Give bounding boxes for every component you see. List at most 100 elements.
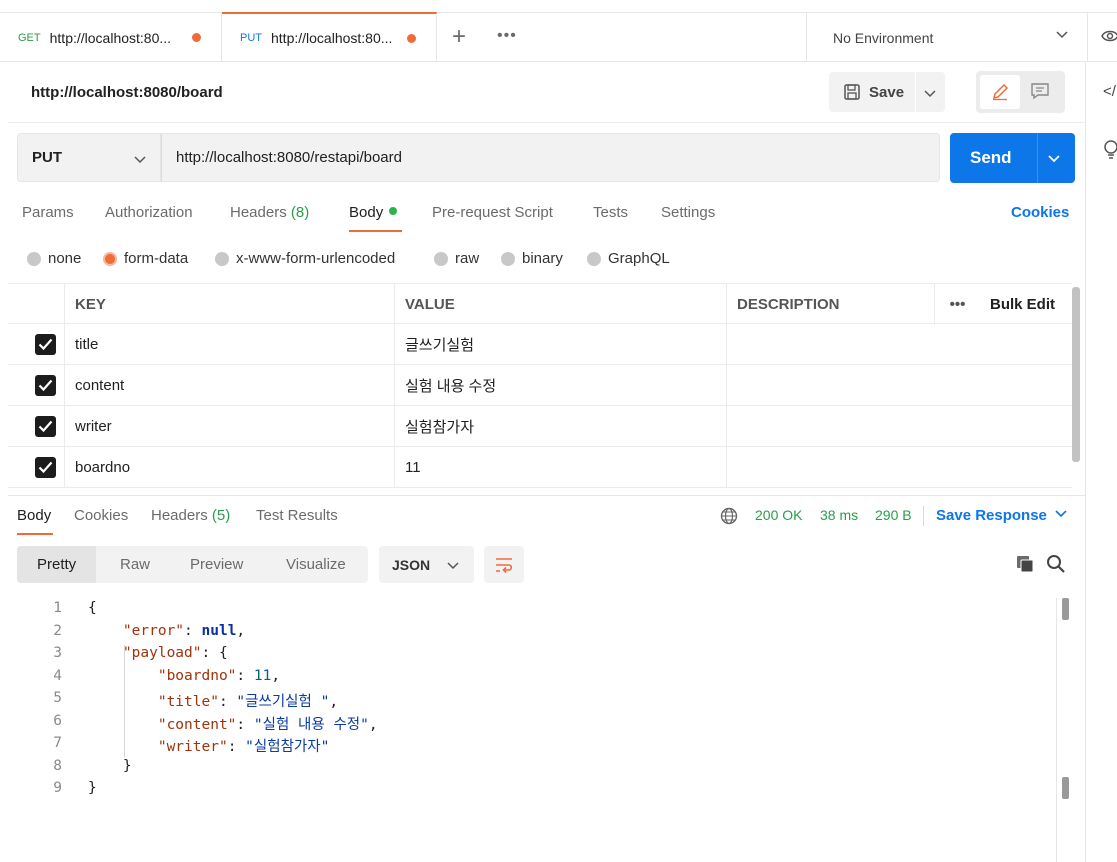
pane-resize-divider[interactable]: [8, 495, 1085, 496]
response-tab-body[interactable]: Body: [17, 507, 51, 524]
pencil-icon: [992, 83, 1009, 101]
more-tabs-icon[interactable]: •••: [497, 27, 517, 45]
line-number: 4: [53, 668, 62, 684]
body-type-binary[interactable]: binary: [501, 250, 563, 267]
environment-selector[interactable]: No Environment: [806, 13, 1088, 62]
body-type-none[interactable]: none: [27, 250, 81, 267]
tab-prerequest-script[interactable]: Pre-request Script: [432, 204, 553, 221]
key-cell[interactable]: boardno: [64, 447, 394, 488]
response-time[interactable]: 38 ms: [820, 507, 858, 523]
more-options-icon[interactable]: •••: [934, 284, 980, 325]
key-cell[interactable]: title: [64, 324, 394, 365]
response-tab-test-results[interactable]: Test Results: [256, 507, 338, 524]
language-select[interactable]: JSON: [379, 546, 474, 583]
language-label: JSON: [392, 556, 431, 573]
checkbox[interactable]: [35, 416, 56, 437]
tab-authorization[interactable]: Authorization: [105, 204, 193, 221]
url-input[interactable]: http://localhost:8080/restapi/board: [161, 133, 940, 182]
table-scrollbar[interactable]: [1072, 287, 1080, 462]
search-icon[interactable]: [1046, 554, 1066, 574]
json-value: "실험 내용 수정": [253, 717, 369, 733]
tab-method-label: GET: [18, 31, 41, 44]
json-brace: {: [88, 600, 97, 616]
key-cell[interactable]: writer: [64, 406, 394, 447]
body-type-form-data[interactable]: form-data: [103, 250, 188, 267]
value-cell[interactable]: 실험참가자: [394, 406, 726, 447]
code-snippet-icon[interactable]: </: [1103, 83, 1116, 100]
body-type-label: binary: [522, 250, 563, 267]
edit-mode-button[interactable]: [980, 75, 1020, 109]
body-type-urlencoded[interactable]: x-www-form-urlencoded: [215, 250, 395, 267]
save-response-button[interactable]: Save Response: [936, 507, 1067, 524]
divider: [1037, 133, 1038, 183]
line-number: 8: [53, 758, 62, 774]
checkmark-icon: [38, 461, 53, 474]
checkbox[interactable]: [35, 457, 56, 478]
json-brace: }: [122, 758, 132, 774]
save-button[interactable]: Save: [829, 72, 915, 112]
tab-get-request[interactable]: GET http://localhost:80...: [0, 13, 222, 62]
value-cell[interactable]: 실험 내용 수정: [394, 365, 726, 406]
tab-tests[interactable]: Tests: [593, 204, 628, 221]
save-options-dropdown[interactable]: [916, 72, 945, 112]
line-number: 3: [53, 645, 62, 661]
divider: [923, 506, 924, 526]
checkbox[interactable]: [35, 334, 56, 355]
comment-icon[interactable]: [1030, 82, 1050, 100]
http-method-select[interactable]: PUT: [17, 133, 161, 182]
description-cell[interactable]: [726, 447, 1072, 488]
editor-mode-toggle: [976, 71, 1065, 113]
chevron-down-icon: [924, 90, 936, 98]
globe-icon[interactable]: [720, 507, 738, 525]
json-value: "실험참가자": [245, 739, 330, 755]
chevron-down-icon[interactable]: [1047, 153, 1061, 165]
response-size[interactable]: 290 B: [875, 507, 912, 523]
info-bulb-icon[interactable]: [1103, 140, 1117, 160]
save-response-label: Save Response: [936, 507, 1047, 524]
description-cell[interactable]: [726, 406, 1072, 447]
tab-params[interactable]: Params: [22, 204, 74, 221]
body-type-graphql[interactable]: GraphQL: [587, 250, 670, 267]
active-tab-underline: [17, 533, 53, 535]
line-number: 1: [53, 600, 62, 616]
code-line: "content": "실험 내용 수정",: [157, 717, 378, 733]
tab-method-label: PUT: [240, 32, 262, 44]
checkbox[interactable]: [35, 375, 56, 396]
cookies-link[interactable]: Cookies: [1011, 204, 1069, 221]
tab-settings[interactable]: Settings: [661, 204, 715, 221]
request-title[interactable]: http://localhost:8080/board: [31, 84, 223, 101]
wrap-lines-button[interactable]: [484, 546, 524, 583]
description-cell[interactable]: [726, 324, 1072, 365]
response-headers-count: (5): [211, 507, 231, 524]
format-raw-button[interactable]: Raw: [120, 546, 150, 583]
status-code[interactable]: 200 OK: [755, 507, 802, 523]
response-tab-headers-label: Headers: [151, 507, 208, 524]
value-cell[interactable]: 글쓰기실험: [394, 324, 726, 365]
bulk-edit-button[interactable]: Bulk Edit: [980, 284, 1072, 325]
code-line: "boardno": 11,: [157, 668, 281, 684]
response-tab-cookies[interactable]: Cookies: [74, 507, 128, 524]
body-type-label: GraphQL: [608, 250, 670, 267]
eye-icon[interactable]: [1101, 27, 1117, 45]
description-cell[interactable]: [726, 365, 1072, 406]
format-pretty-button[interactable]: Pretty: [17, 546, 97, 583]
code-scrollbar-thumb[interactable]: [1062, 598, 1069, 620]
table-header-row: KEY VALUE DESCRIPTION ••• Bulk Edit: [8, 283, 1072, 325]
value-cell[interactable]: 11: [394, 447, 726, 488]
line-number: 5: [53, 690, 62, 706]
body-type-raw[interactable]: raw: [434, 250, 479, 267]
tab-put-request[interactable]: PUT http://localhost:80...: [222, 12, 437, 62]
key-cell[interactable]: content: [64, 365, 394, 406]
checkmark-icon: [38, 338, 53, 351]
format-visualize-button[interactable]: Visualize: [286, 546, 346, 583]
code-scrollbar-thumb[interactable]: [1062, 777, 1069, 799]
copy-icon[interactable]: [1015, 554, 1035, 574]
code-line: "payload": {: [122, 645, 228, 661]
send-button[interactable]: Send: [950, 133, 1075, 183]
tab-body[interactable]: Body: [349, 204, 398, 221]
tab-headers[interactable]: Headers (8): [230, 204, 309, 221]
response-tab-headers[interactable]: Headers (5): [151, 507, 230, 524]
format-preview-button[interactable]: Preview: [190, 546, 243, 583]
line-number: 2: [53, 623, 62, 639]
new-tab-plus-icon[interactable]: +: [452, 23, 466, 51]
